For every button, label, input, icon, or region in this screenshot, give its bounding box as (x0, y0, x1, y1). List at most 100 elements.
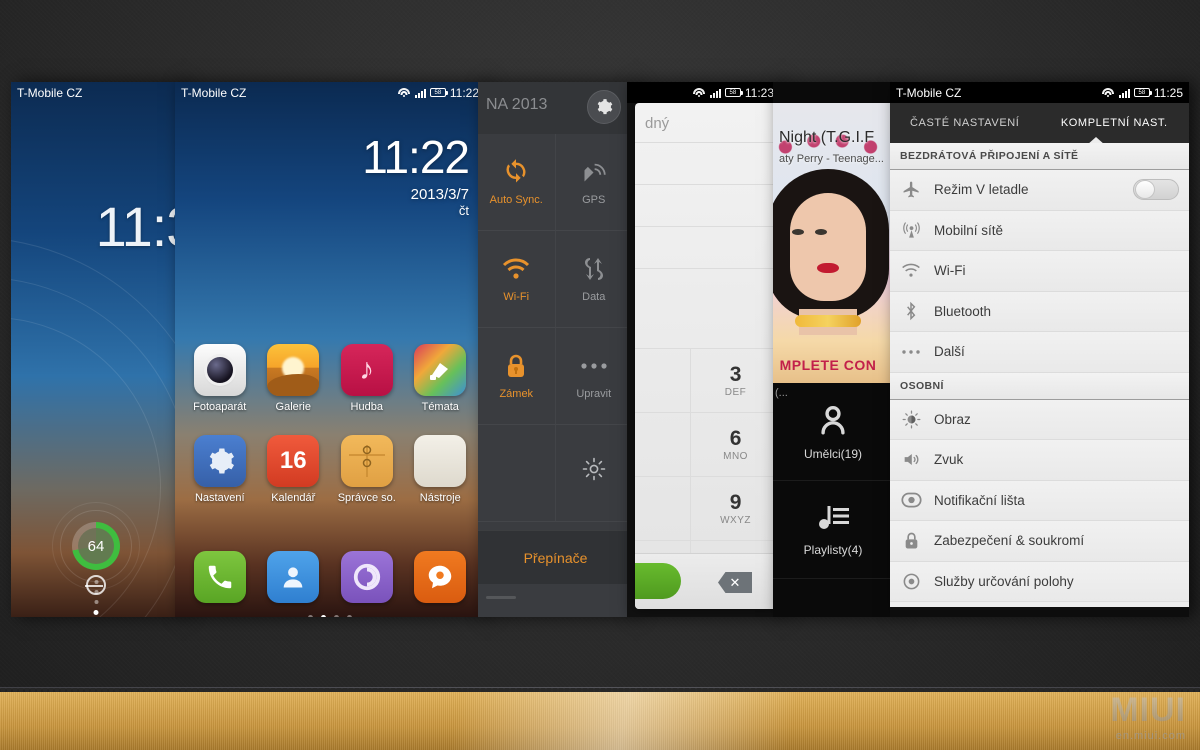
brightness-icon (582, 455, 606, 483)
panel-settings: T-Mobile CZ 58 11:25 ČASTÉ NASTAVENÍ KOM… (890, 82, 1189, 617)
panel-music: MPLETE CON Night (T.G.I.F aty Perry - Te… (773, 82, 893, 617)
delete-icon[interactable]: ✕ (718, 572, 752, 593)
shade-handle[interactable] (486, 596, 516, 599)
list-item[interactable] (635, 142, 780, 184)
keypad-key-partial[interactable] (635, 348, 691, 412)
call-button[interactable] (635, 563, 681, 599)
setting-row-bluetooth[interactable]: Bluetooth (890, 291, 1189, 332)
list-item[interactable] (635, 226, 780, 268)
app-fotoaparat[interactable]: Fotoaparát (183, 344, 257, 413)
setting-row-more[interactable]: Další (890, 332, 1189, 373)
app-label: Správce so. (337, 492, 396, 504)
keypad-key-partial[interactable] (635, 412, 691, 476)
app-label: Galerie (275, 401, 311, 413)
battery-icon: 58 (1133, 88, 1152, 97)
browser-icon[interactable] (340, 551, 393, 603)
app-galerie[interactable]: Galerie (257, 344, 331, 413)
app-hudba[interactable]: ♪ Hudba (330, 344, 404, 413)
home-clock-date: 2013/3/7 (410, 186, 469, 203)
panel-dialer: 58 11:23 dný 3 DEF 6 MNO 9 WXYZ ✕ (627, 82, 780, 617)
keypad-key-partial[interactable] (635, 476, 691, 540)
setting-row-wifi[interactable]: Wi-Fi (890, 251, 1189, 292)
key-number: 3 (729, 362, 742, 386)
list-item[interactable] (635, 268, 780, 310)
panel-toggles: NA 2013 Auto Sync. GPS Wi-Fi Data Zámek … (478, 82, 633, 617)
toggle-data[interactable]: Data (555, 231, 633, 328)
setting-row-sound[interactable]: Zvuk (890, 440, 1189, 481)
phone-icon[interactable] (193, 551, 246, 603)
list-item[interactable] (635, 184, 780, 226)
home-status-time: 11:22 (449, 85, 479, 100)
setting-row-notification-bar[interactable]: Notifikační lišta (890, 480, 1189, 521)
toggle-empty (478, 425, 556, 522)
setting-label: Další (934, 344, 965, 360)
calendar-day-number: 16 (279, 447, 307, 474)
toggle-label: GPS (582, 194, 606, 206)
toggle-brightness[interactable] (555, 425, 633, 522)
app-label: Fotoaparát (193, 401, 247, 413)
battery-icon: 58 (429, 88, 448, 97)
watermark: MIUI en.miui.com (1110, 691, 1186, 742)
tools-folder-icon (414, 435, 467, 487)
settings-tabs: ČASTÉ NASTAVENÍ KOMPLETNÍ NAST. (890, 103, 1189, 143)
toggles-footer-button[interactable]: Přepínače (478, 530, 633, 584)
toggles-footer-label: Přepínače (523, 549, 588, 566)
keypad-key-9[interactable]: 9 WXYZ (691, 476, 780, 540)
music-item-artists[interactable]: Umělci(19) (773, 383, 893, 481)
battery-icon: 58 (724, 88, 743, 97)
section-header-personal: OSOBNÍ (890, 372, 1189, 400)
toggle-gps[interactable]: GPS (555, 134, 633, 231)
gps-icon (580, 158, 607, 186)
airplane-toggle[interactable] (1133, 179, 1179, 201)
music-item-playlists[interactable]: Playlisty(4) (773, 481, 893, 579)
setting-label: Režim V letadle (934, 182, 1029, 198)
section-header-wireless: BEZDRÁTOVÁ PŘIPOJENÍ A SÍTĚ (890, 143, 1189, 170)
gold-strip (0, 692, 1200, 750)
setting-label: Mobilní sítě (934, 222, 1004, 238)
setting-row-airplane[interactable]: Režim V letadle (890, 170, 1189, 211)
screenshot-stage: T-Mobile CZ 11:3 64 T-Mobile CZ 58 11:22 (0, 0, 1200, 750)
app-kalendar[interactable]: 16 Kalendář (257, 435, 331, 504)
setting-row-display[interactable]: Obraz (890, 399, 1189, 440)
panel-lockscreen: T-Mobile CZ 11:3 64 (11, 82, 181, 617)
portrait-eye (792, 229, 804, 235)
gear-icon[interactable] (587, 90, 621, 124)
dock (175, 551, 485, 603)
file-manager-icon (340, 435, 393, 487)
contacts-icon[interactable] (267, 551, 320, 603)
app-spravce-souboru[interactable]: Správce so. (330, 435, 404, 504)
home-carrier: T-Mobile CZ (181, 85, 247, 100)
playlist-icon (815, 503, 851, 533)
airplane-icon (900, 180, 922, 199)
toggle-auto-sync[interactable]: Auto Sync. (478, 134, 556, 231)
setting-row-location[interactable]: Služby určování polohy (890, 561, 1189, 602)
lockscreen-clock: 11:3 (95, 195, 181, 258)
setting-row-mobile-networks[interactable]: Mobilní sítě (890, 210, 1189, 251)
home-clock-widget[interactable]: 11:22 2013/3/7 čt (362, 131, 470, 218)
messages-icon[interactable] (414, 551, 467, 603)
app-nastroje[interactable]: Nástroje (404, 435, 478, 504)
dialer-action-bar: ✕ (635, 553, 780, 609)
home-clock-weekday: čt (458, 203, 469, 218)
key-letters: MNO (723, 450, 748, 462)
setting-row-security[interactable]: Zabezpečení & soukromí (890, 521, 1189, 562)
settings-statusbar: T-Mobile CZ 58 11:25 (890, 82, 1189, 103)
dialer-hint: dný (645, 115, 670, 132)
keypad-key-3[interactable]: 3 DEF (691, 348, 780, 412)
dialer-status-time: 11:23 (744, 85, 774, 100)
keypad-key-6[interactable]: 6 MNO (691, 412, 780, 476)
toggle-wifi[interactable]: Wi-Fi (478, 231, 556, 328)
tab-caste-nastaveni[interactable]: ČASTÉ NASTAVENÍ (890, 103, 1040, 143)
toggle-lock[interactable]: Zámek (478, 328, 556, 425)
themes-icon (414, 344, 467, 396)
tab-kompletni-nastaveni[interactable]: KOMPLETNÍ NAST. (1040, 103, 1190, 143)
home-clock-time: 11:22 (362, 131, 470, 183)
app-temata[interactable]: Témata (404, 344, 478, 413)
gold-sheen (0, 692, 1200, 750)
setting-label: Wi-Fi (934, 263, 966, 279)
album-art-wrap: MPLETE CON Night (T.G.I.F aty Perry - Te… (773, 103, 893, 383)
app-nastaveni[interactable]: Nastavení (183, 435, 257, 504)
toggle-edit[interactable]: Upravit (555, 328, 633, 425)
music-icon: ♪ (340, 344, 393, 396)
unlock-icon[interactable] (85, 575, 106, 595)
